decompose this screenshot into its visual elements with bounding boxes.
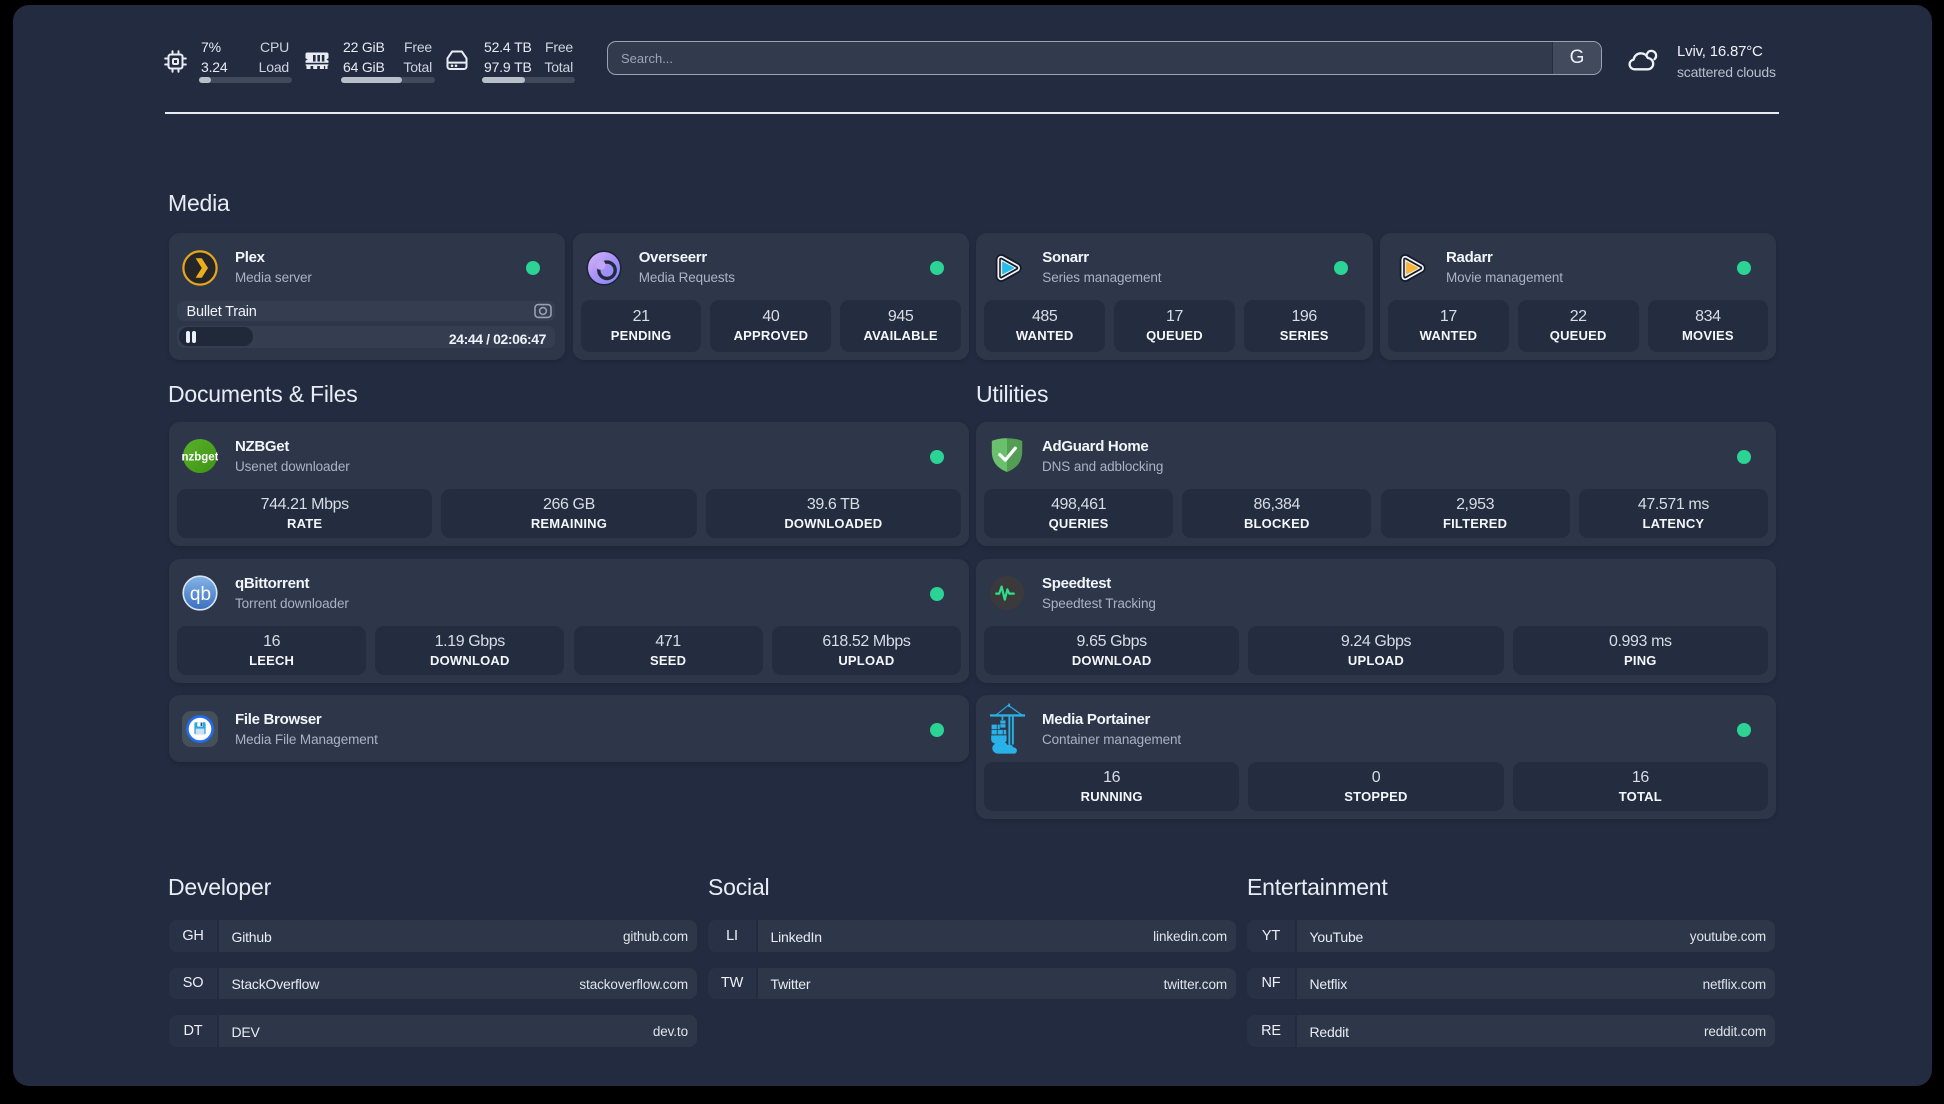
- svg-text:nzbget: nzbget: [182, 452, 218, 464]
- svg-text:qb: qb: [190, 584, 211, 605]
